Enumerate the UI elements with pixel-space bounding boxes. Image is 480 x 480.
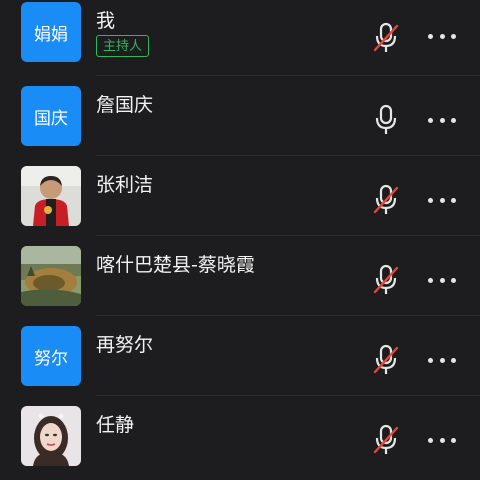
participant-name: 任静: [96, 414, 135, 436]
participant-name: 张利洁: [96, 174, 154, 196]
more-options-button[interactable]: [428, 276, 456, 284]
participant-row[interactable]: 国庆 詹国庆: [0, 76, 480, 156]
more-options-button[interactable]: [428, 356, 456, 364]
host-badge: 主持人: [96, 35, 150, 57]
participant-name: 再努尔: [96, 334, 154, 356]
avatar: 努尔: [21, 326, 81, 386]
more-options-button[interactable]: [428, 436, 456, 444]
participant-row[interactable]: 娟娟 我 主持人: [0, 0, 480, 76]
participant-list: 娟娟 我 主持人 国庆 詹国庆 张利洁 喀什巴楚县-蔡晓霞 努尔 再努尔 任静: [0, 0, 480, 480]
mic-muted-icon[interactable]: [372, 424, 400, 456]
participant-row[interactable]: 努尔 再努尔: [0, 316, 480, 396]
avatar: [21, 246, 81, 306]
mic-muted-icon[interactable]: [372, 22, 400, 54]
participant-name: 喀什巴楚县-蔡晓霞: [96, 254, 255, 276]
landscape-photo-image: [21, 246, 81, 306]
avatar: 娟娟: [21, 2, 81, 62]
woman-photo-image: [21, 406, 81, 466]
more-options-button[interactable]: [428, 116, 456, 124]
mic-icon[interactable]: [372, 104, 400, 136]
child-photo-image: [21, 166, 81, 226]
avatar: 国庆: [21, 86, 81, 146]
participant-name: 我: [96, 10, 116, 32]
avatar: [21, 166, 81, 226]
participant-row[interactable]: 张利洁: [0, 156, 480, 236]
more-options-button[interactable]: [428, 196, 456, 204]
participant-row[interactable]: 喀什巴楚县-蔡晓霞: [0, 236, 480, 316]
more-options-button[interactable]: [428, 32, 456, 40]
participant-row[interactable]: 任静: [0, 396, 480, 476]
participant-name: 詹国庆: [96, 94, 154, 116]
avatar: [21, 406, 81, 466]
mic-muted-icon[interactable]: [372, 344, 400, 376]
mic-muted-icon[interactable]: [372, 184, 400, 216]
mic-muted-icon[interactable]: [372, 264, 400, 296]
